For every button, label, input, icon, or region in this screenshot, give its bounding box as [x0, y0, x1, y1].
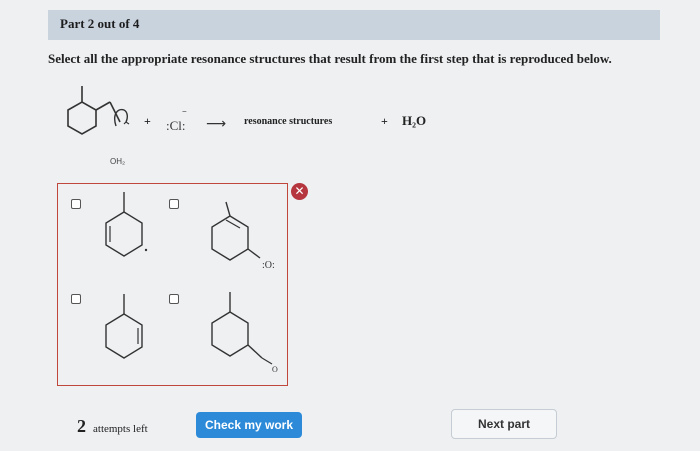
check-my-work-button[interactable]: Check my work [196, 412, 302, 438]
part-label: Part 2 out of 4 [60, 16, 140, 31]
part-header: Part 2 out of 4 [48, 10, 660, 40]
plus-sign-1: + [144, 114, 151, 128]
reaction-scheme: OH₂ :Cl: − ⟶ + resonance structures + H₂… [48, 78, 468, 178]
resonance-structures-label: resonance structures [244, 116, 333, 127]
next-part-button[interactable]: Next part [451, 409, 557, 439]
plus-sign-2: + [381, 114, 388, 128]
close-symbol: ✕ [294, 184, 305, 198]
attempts-remaining: 2 attempts left [77, 416, 148, 437]
chloride-ion: :Cl: [166, 118, 186, 133]
attempts-count: 2 [77, 416, 86, 436]
option-2-oxygen-label: :O: [262, 260, 275, 271]
option-1-structure [105, 192, 148, 257]
reaction-arrow: ⟶ [206, 116, 226, 132]
answer-options-box: :O: O [57, 183, 288, 386]
oh2-label: OH₂ [110, 157, 125, 166]
option-3-structure [105, 294, 143, 359]
water-label: H₂O [402, 113, 427, 128]
chloride-charge: − [182, 107, 187, 116]
attempts-label: attempts left [93, 423, 148, 435]
option-4-oxygen-label: O [272, 365, 278, 374]
question-instruction: Select all the appropriate resonance str… [48, 51, 612, 66]
option-4-structure: O [211, 292, 278, 374]
close-icon[interactable]: ✕ [291, 183, 308, 200]
option-2-structure: :O: [211, 201, 275, 271]
options-structures: :O: O [105, 192, 278, 374]
